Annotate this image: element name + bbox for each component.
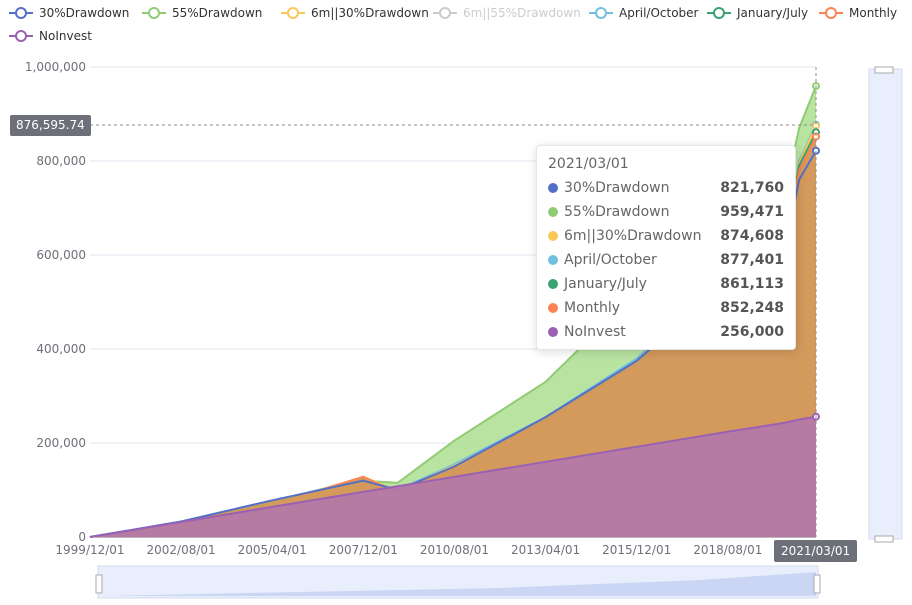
x-tick-label: 2013/04/01 — [511, 543, 580, 557]
tooltip-row: 30%Drawdown 821,760 — [548, 178, 784, 198]
right-zoom-slider[interactable] — [868, 66, 903, 543]
right-zoom-handle-top[interactable] — [874, 66, 894, 74]
x-tick-label: 1999/12/01 — [55, 543, 124, 557]
right-zoom-handle-bottom[interactable] — [874, 535, 894, 543]
x-tick-label: 2018/08/01 — [693, 543, 762, 557]
tooltip-series-name: NoInvest — [564, 324, 626, 340]
x-tick-label: 2007/12/01 — [329, 543, 398, 557]
tooltip-row: Monthly 852,248 — [548, 298, 784, 318]
x-pointer-label: 2021/03/01 — [774, 540, 858, 562]
tooltip-series-name: April/October — [564, 252, 657, 268]
tooltip-series-value: 877,401 — [720, 252, 784, 268]
tooltip-series-name: Monthly — [564, 300, 621, 316]
y-tick-label: 400,000 — [36, 342, 86, 356]
tooltip-series-value: 874,608 — [720, 228, 784, 244]
tooltip-row: April/October 877,401 — [548, 250, 784, 270]
x-tick-label: 2010/08/01 — [420, 543, 489, 557]
tooltip-row: January/July 861,113 — [548, 274, 784, 294]
bottom-zoom-handle-left[interactable] — [95, 574, 103, 594]
y-tick-label: 800,000 — [36, 154, 86, 168]
tooltip-row: NoInvest 256,000 — [548, 322, 784, 342]
y-tick-label: 0 — [78, 530, 86, 544]
series-dot-icon — [548, 303, 558, 313]
x-axis-labels: 1999/12/01 2002/08/01 2005/04/01 2007/12/01… — [55, 543, 762, 557]
tooltip-series-value: 861,113 — [720, 276, 784, 292]
tooltip-row: 55%Drawdown 959,471 — [548, 202, 784, 222]
tooltip-series-name: 55%Drawdown — [564, 204, 670, 220]
series-dot-icon — [548, 231, 558, 241]
y-tick-label: 200,000 — [36, 436, 86, 450]
x-tick-label: 2015/12/01 — [602, 543, 671, 557]
series-dot-icon — [548, 327, 558, 337]
tooltip-row: 6m||30%Drawdown 874,608 — [548, 226, 784, 246]
series-dot-icon — [548, 255, 558, 265]
x-tick-label: 2002/08/01 — [147, 543, 216, 557]
tooltip-series-name: January/July — [564, 276, 647, 292]
tooltip: 2021/03/01 30%Drawdown 821,760 55%Drawdown… — [536, 145, 796, 350]
bottom-zoom-slider[interactable] — [95, 565, 821, 599]
tooltip-series-value: 959,471 — [720, 204, 784, 220]
bottom-zoom-handle-right[interactable] — [813, 574, 821, 594]
y-pointer-label: 876,595.74 — [10, 115, 91, 136]
series-dot-icon — [548, 183, 558, 193]
series-dot-icon — [548, 207, 558, 217]
tooltip-series-name: 30%Drawdown — [564, 180, 670, 196]
tooltip-series-value: 256,000 — [720, 324, 784, 340]
x-tick-label: 2005/04/01 — [238, 543, 307, 557]
tooltip-date: 2021/03/01 — [548, 156, 629, 172]
series-dot-icon — [548, 279, 558, 289]
y-tick-label: 1,000,000 — [25, 60, 86, 74]
tooltip-series-value: 821,760 — [720, 180, 784, 196]
tooltip-series-value: 852,248 — [720, 300, 784, 316]
tooltip-series-name: 6m||30%Drawdown — [564, 228, 702, 244]
y-tick-label: 600,000 — [36, 248, 86, 262]
